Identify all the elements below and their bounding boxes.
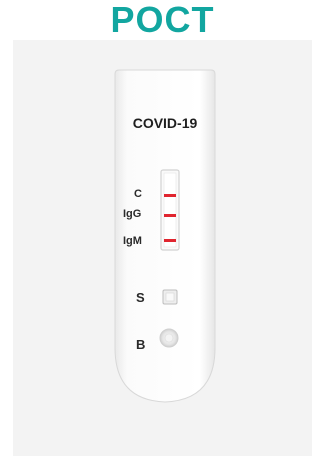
igm-line (164, 239, 176, 242)
buffer-well-label: B (136, 337, 146, 352)
sample-well-label: S (136, 290, 145, 305)
result-window-inner (163, 172, 177, 248)
test-name-label: COVID-19 (132, 115, 198, 131)
igg-line (164, 214, 176, 217)
page-title: POCT (110, 0, 215, 40)
test-cassette: COVID-19 C IgG IgM S B (113, 68, 217, 408)
igg-line-label: IgG (123, 208, 142, 220)
igm-line-label: IgM (123, 235, 142, 247)
control-line-label: C (134, 188, 142, 200)
control-line (164, 194, 176, 197)
